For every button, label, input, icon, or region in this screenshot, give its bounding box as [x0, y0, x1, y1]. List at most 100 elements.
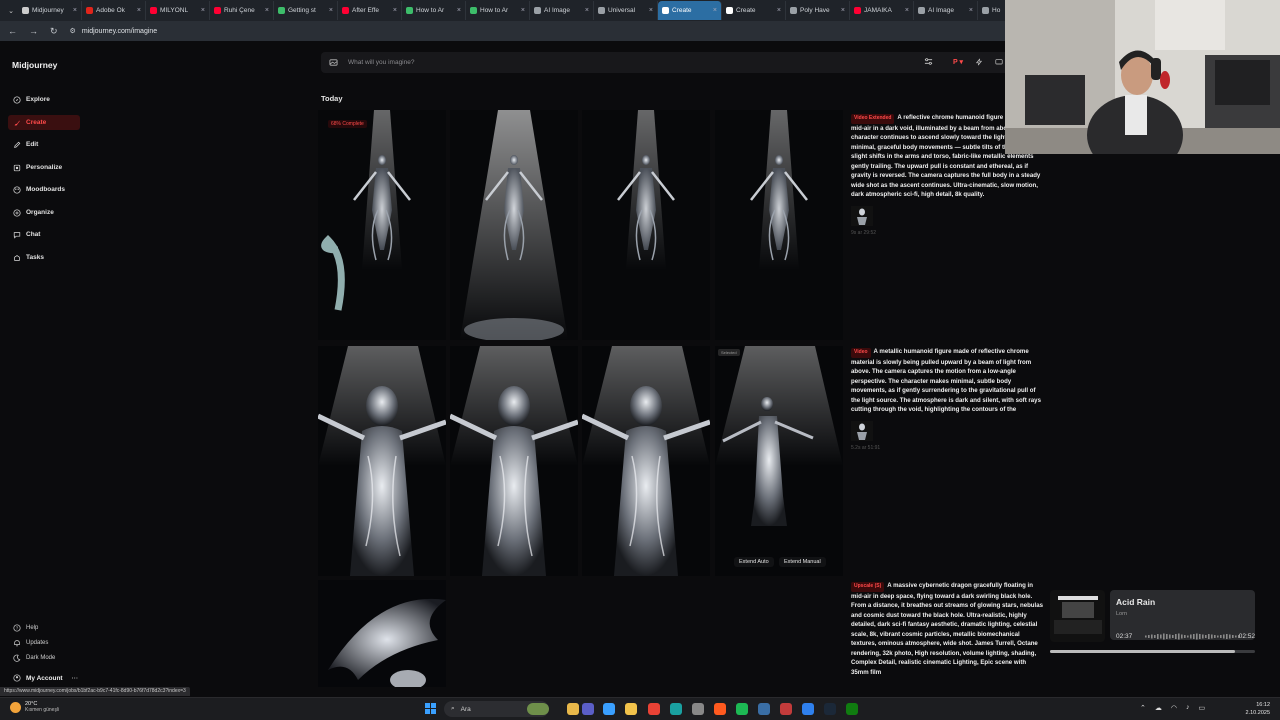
browser-tab[interactable]: JAMAIKA × [850, 1, 914, 20]
browser-tab[interactable]: After Effe × [338, 1, 402, 20]
sidebar-item-moodboards[interactable]: Moodboards [8, 182, 80, 197]
app-icon[interactable] [758, 703, 770, 715]
site-info-icon[interactable]: ⚙ [70, 27, 76, 35]
track-progress-fill [1050, 650, 1235, 653]
forward-icon[interactable]: → [29, 26, 38, 36]
sidebar-item-create[interactable]: Create [8, 115, 80, 130]
cloud-icon[interactable]: ☁ [1155, 704, 1162, 712]
steam-icon[interactable] [824, 703, 836, 715]
back-icon[interactable]: ← [8, 26, 17, 36]
prompt-card[interactable]: Upscale (S) A massive cybernetic dragon g… [851, 581, 1043, 677]
battery-icon[interactable]: ▭ [1198, 704, 1205, 712]
prompt-card[interactable]: Video A metallic humanoid figure made of … [851, 347, 1043, 451]
extend-manual-button[interactable]: Extend Manual [779, 557, 826, 567]
system-tray[interactable]: ⌃ ☁ ◠ ♪ ▭ [1140, 704, 1205, 712]
explorer-icon[interactable] [567, 703, 579, 715]
reload-icon[interactable]: ↻ [50, 26, 58, 37]
tab-close-icon[interactable]: × [457, 7, 461, 14]
help-link[interactable]: ? Help [8, 622, 38, 634]
app3-icon[interactable] [802, 703, 814, 715]
tab-close-icon[interactable]: × [777, 7, 781, 14]
personalize-toggle-icon[interactable]: P ▾ [953, 58, 963, 66]
generated-image[interactable]: Selected Extend Auto Extend Manual [715, 346, 843, 576]
tab-close-icon[interactable]: × [201, 7, 205, 14]
browser-tab[interactable]: Create × [722, 1, 786, 20]
copilot-icon[interactable] [603, 703, 615, 715]
dark-mode-toggle[interactable]: Dark Mode [8, 652, 55, 664]
tab-close-icon[interactable]: × [521, 7, 525, 14]
brave-icon[interactable] [714, 703, 726, 715]
tab-close-icon[interactable]: × [649, 7, 653, 14]
track-progress-bar[interactable] [1050, 650, 1255, 653]
account-more-icon[interactable]: ··· [72, 675, 79, 682]
sidebar-item-chat[interactable]: Chat [8, 227, 80, 242]
generated-image[interactable]: 68% Complete [318, 110, 446, 340]
app2-icon[interactable] [780, 703, 792, 715]
search-highlight-icon[interactable] [527, 703, 549, 715]
wifi-icon[interactable]: ◠ [1171, 704, 1177, 712]
browser-tab[interactable]: Getting st × [274, 1, 338, 20]
tray-chevron-icon[interactable]: ⌃ [1140, 704, 1146, 712]
sidebar-item-personalize[interactable]: Personalize [8, 160, 80, 175]
tab-close-icon[interactable]: × [265, 7, 269, 14]
xbox-icon[interactable] [846, 703, 858, 715]
reference-thumbnail[interactable] [851, 420, 873, 441]
generated-image[interactable] [318, 346, 446, 576]
midjourney-logo[interactable]: Midjourney [12, 60, 57, 70]
generated-image[interactable] [715, 110, 843, 340]
chat-mode-icon[interactable] [995, 58, 1003, 66]
reference-thumbnail[interactable] [851, 205, 873, 226]
tab-close-icon[interactable]: × [905, 7, 909, 14]
generated-image[interactable] [582, 346, 710, 576]
browser-tab[interactable]: Create × [658, 1, 722, 20]
updates-link[interactable]: Updates [8, 637, 48, 649]
files-icon[interactable] [625, 703, 637, 715]
tab-close-icon[interactable]: × [585, 7, 589, 14]
extend-auto-button[interactable]: Extend Auto [734, 557, 774, 567]
tab-list-chevron-icon[interactable]: ⌄ [4, 7, 18, 15]
tab-close-icon[interactable]: × [137, 7, 141, 14]
browser-tab[interactable]: Ruhi Çene × [210, 1, 274, 20]
weather-widget[interactable]: 20°C Kısmen güneşli [10, 701, 59, 713]
sidebar-item-organize[interactable]: Organize [8, 205, 80, 220]
browser-tab[interactable]: Poly Have × [786, 1, 850, 20]
waveform-bar [1184, 635, 1186, 638]
tab-close-icon[interactable]: × [841, 7, 845, 14]
image-prompt-icon[interactable] [329, 58, 338, 67]
browser-tab[interactable]: Adobe Ök × [82, 1, 146, 20]
browser-tab[interactable]: How to Ar × [402, 1, 466, 20]
sidebar-item-edit[interactable]: Edit [8, 137, 80, 152]
my-account-button[interactable]: My Account ··· [8, 671, 80, 685]
windows-start-icon[interactable] [425, 703, 436, 714]
settings-icon[interactable] [692, 703, 704, 715]
chrome-icon[interactable] [648, 703, 660, 715]
prompt-input[interactable]: What will you imagine? [348, 59, 414, 66]
tab-close-icon[interactable]: × [329, 7, 333, 14]
sidebar-item-explore[interactable]: Explore [8, 92, 80, 107]
browser-tab[interactable]: How to Ar × [466, 1, 530, 20]
settings-sliders-icon[interactable] [924, 57, 933, 66]
prompt-bar[interactable]: What will you imagine? P ▾ [321, 52, 1013, 73]
system-clock[interactable]: 16:12 2.10.2025 [1246, 701, 1270, 717]
edge-icon[interactable] [670, 703, 682, 715]
tab-close-icon[interactable]: × [73, 7, 77, 14]
generated-image[interactable] [450, 346, 578, 576]
browser-tab[interactable]: Universal × [594, 1, 658, 20]
search-icon: ⌕ [451, 705, 455, 712]
tab-close-icon[interactable]: × [713, 7, 717, 14]
spotify-icon[interactable] [736, 703, 748, 715]
tab-close-icon[interactable]: × [393, 7, 397, 14]
sidebar-item-tasks[interactable]: Tasks [8, 250, 80, 265]
browser-tab[interactable]: AI Image × [914, 1, 978, 20]
generated-image[interactable] [582, 110, 710, 340]
generated-image[interactable] [450, 110, 578, 340]
speed-icon[interactable] [975, 58, 983, 66]
browser-tab[interactable]: AI Image × [530, 1, 594, 20]
volume-icon[interactable]: ♪ [1186, 704, 1190, 712]
teams-icon[interactable] [582, 703, 594, 715]
url-field[interactable]: midjourney.com/imagine [82, 28, 157, 35]
tab-close-icon[interactable]: × [969, 7, 973, 14]
browser-tab[interactable]: MİLYONL × [146, 1, 210, 20]
browser-tab[interactable]: Midjourney × [18, 1, 82, 20]
generated-image[interactable] [318, 580, 446, 687]
